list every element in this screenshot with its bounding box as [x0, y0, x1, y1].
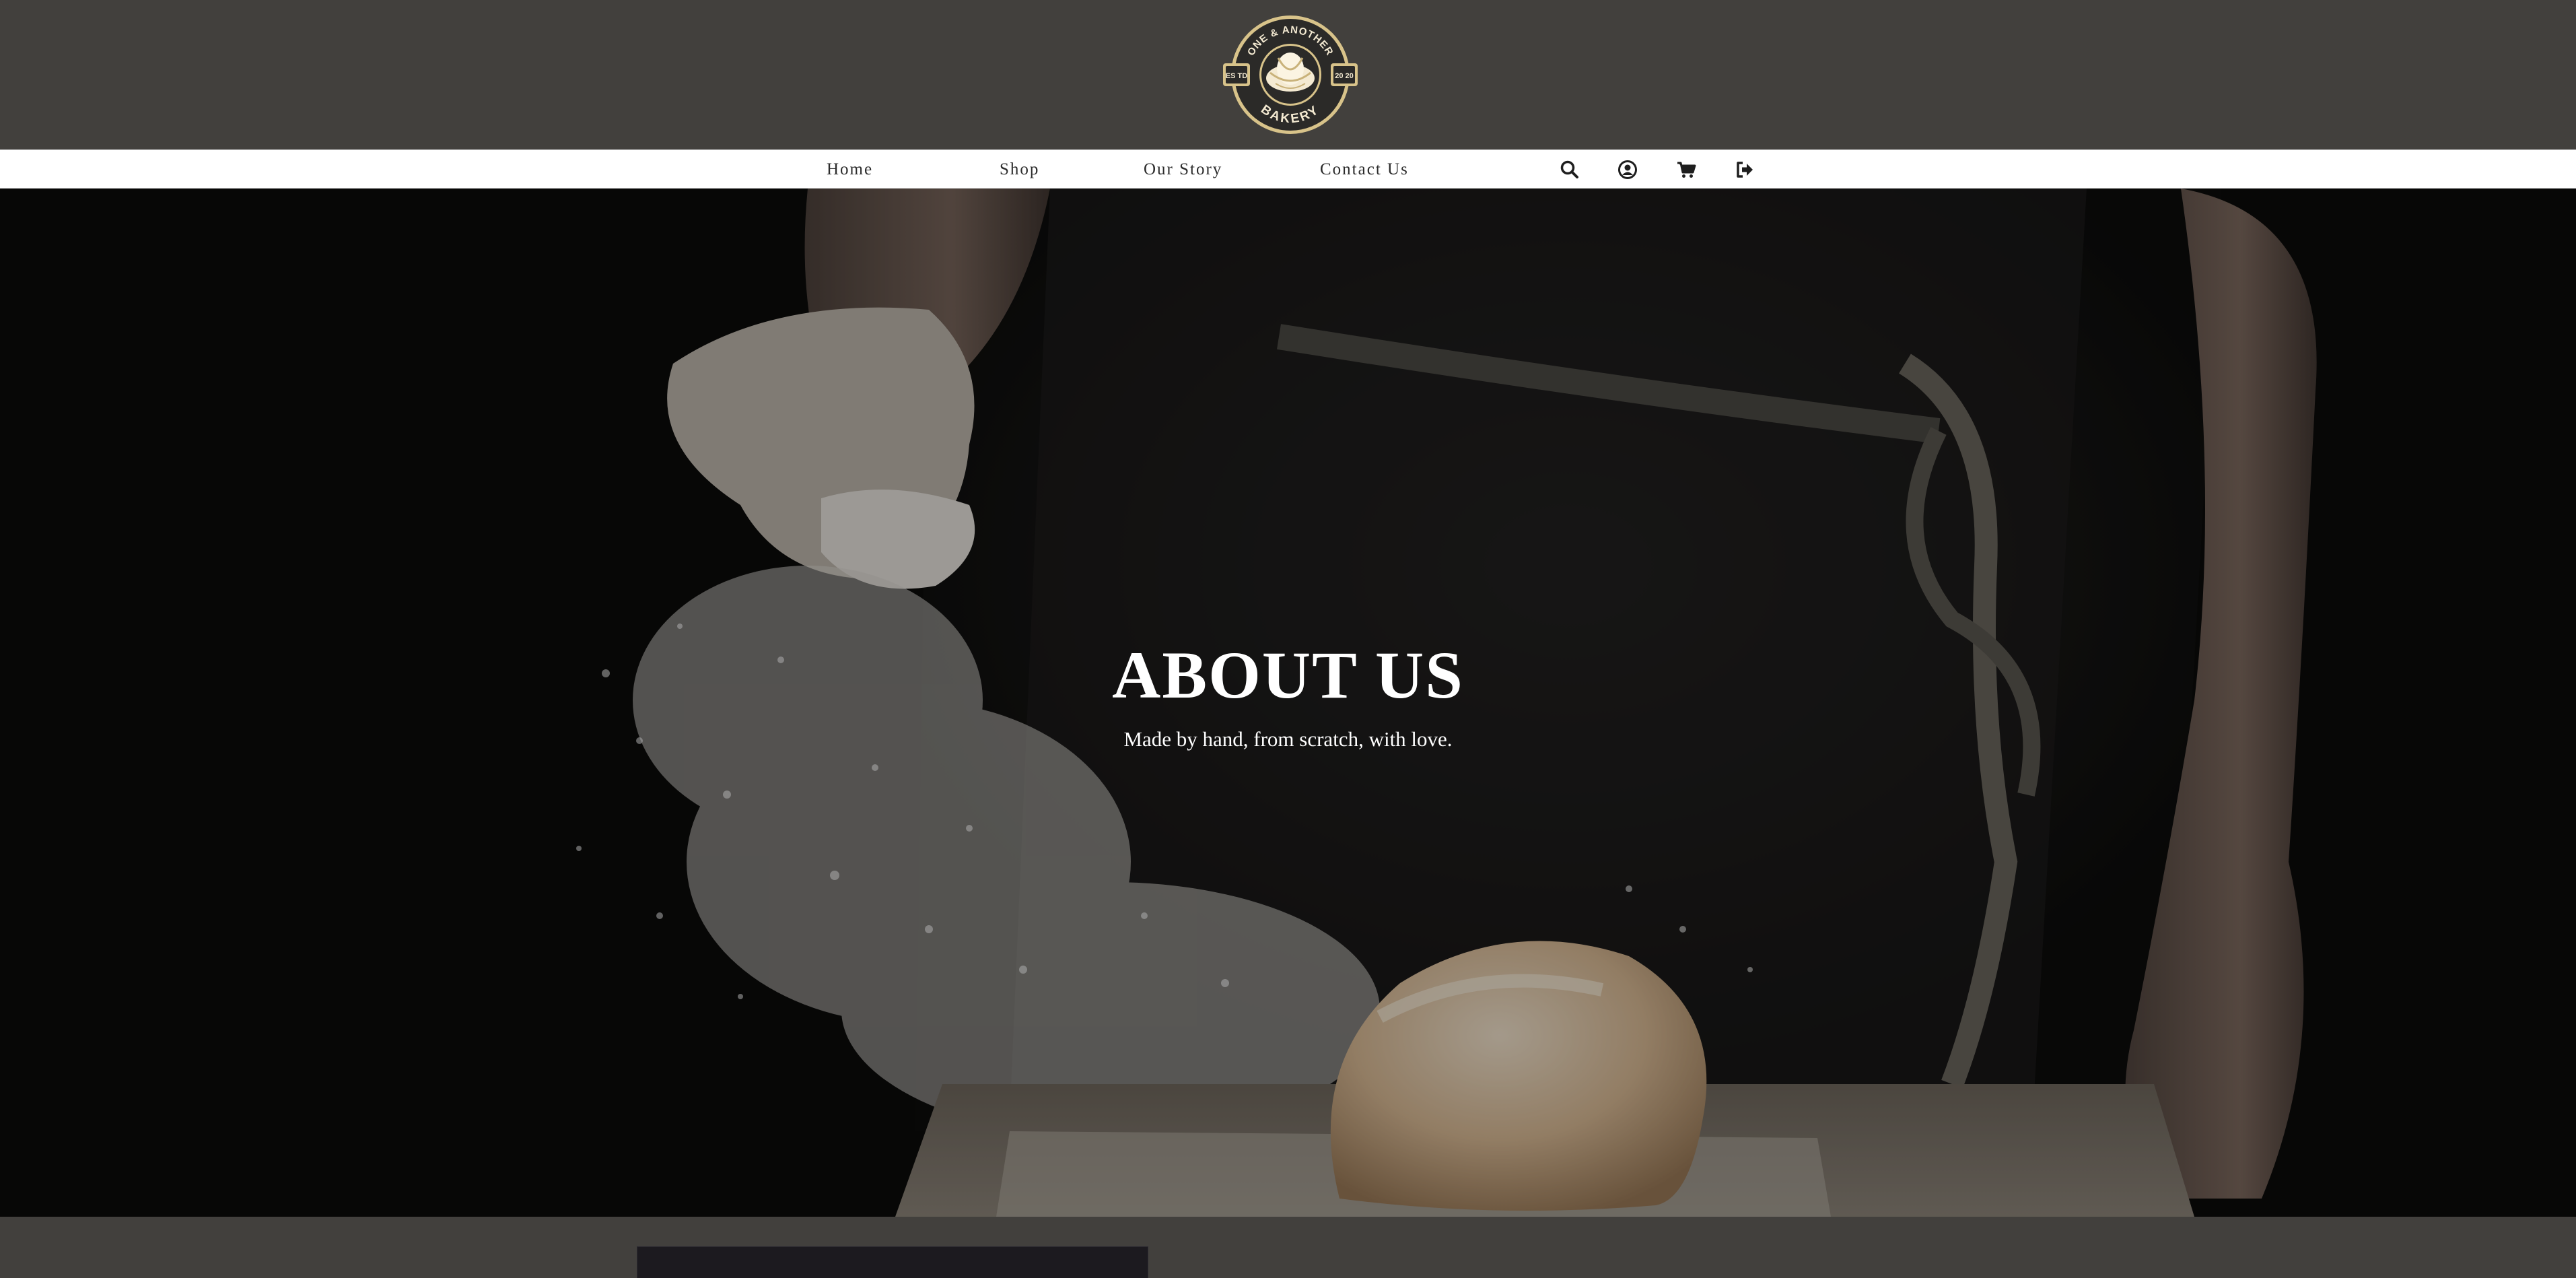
story-image-card — [637, 1246, 1148, 1278]
cart-icon[interactable] — [1675, 159, 1697, 180]
search-icon[interactable] — [1559, 159, 1580, 180]
svg-text:ES TD: ES TD — [1226, 72, 1247, 80]
story-section — [0, 1217, 2576, 1278]
brand-bar: ONE & ANOTHER BAKERY ES TD 20 20 — [0, 0, 2576, 149]
nav-link-shop[interactable]: Shop — [1000, 150, 1039, 189]
svg-text:20 20: 20 20 — [1335, 72, 1354, 80]
hero-title: ABOUT US — [1112, 638, 1464, 712]
main-navigation: Home Shop Our Story Contact Us — [0, 149, 2576, 189]
bakery-logo-emblem: ONE & ANOTHER BAKERY ES TD 20 20 — [1223, 15, 1358, 134]
nav-link-contact-us[interactable]: Contact Us — [1320, 150, 1409, 189]
nav-link-our-story[interactable]: Our Story — [1144, 150, 1222, 189]
account-icon[interactable] — [1617, 159, 1638, 180]
hero-banner: ABOUT US Made by hand, from scratch, wit… — [0, 189, 2576, 1217]
bakery-logo[interactable]: ONE & ANOTHER BAKERY ES TD 20 20 — [1222, 13, 1359, 136]
hero-subtitle: Made by hand, from scratch, with love. — [1123, 727, 1453, 751]
nav-link-home[interactable]: Home — [827, 150, 873, 189]
logout-icon[interactable] — [1734, 159, 1755, 180]
